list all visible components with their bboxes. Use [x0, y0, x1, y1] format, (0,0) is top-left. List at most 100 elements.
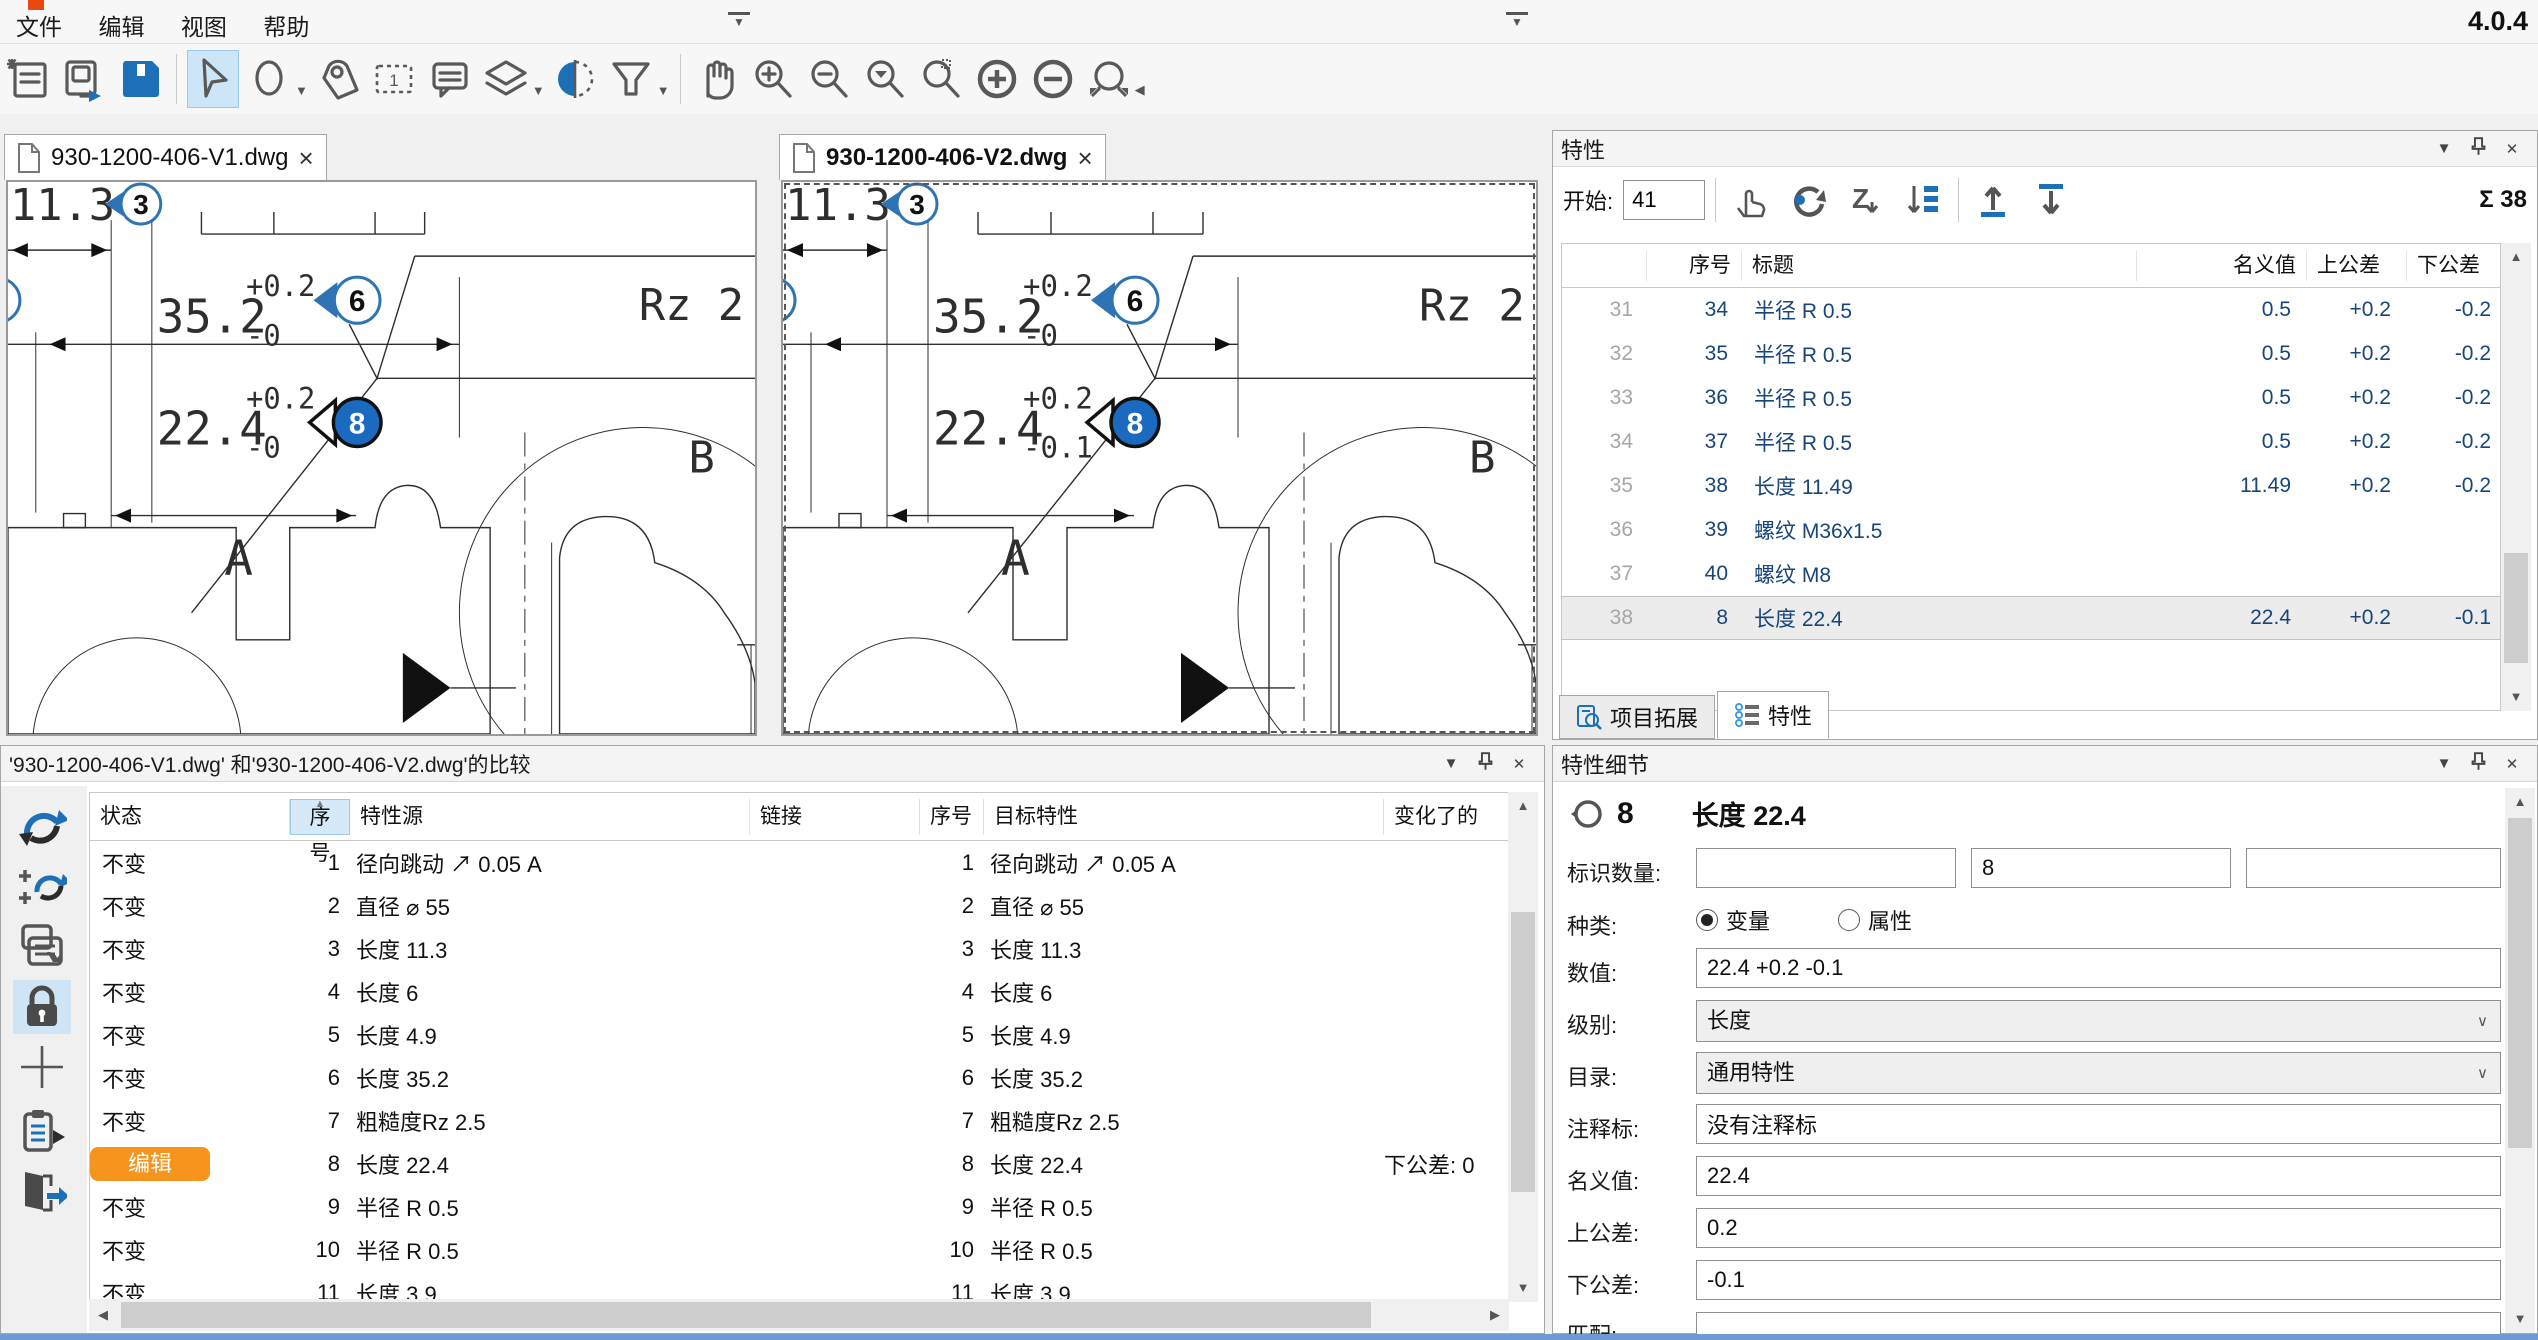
zoom-in-icon[interactable] [747, 50, 799, 108]
comparison-vscrollbar[interactable]: ▲ ▼ [1508, 792, 1538, 1302]
comparison-row[interactable]: 不变 4 长度 6 4 长度 6 [90, 970, 1509, 1013]
tab-overflow-icon[interactable]: ▼ [728, 12, 750, 27]
comparison-row[interactable]: 编辑 8 长度 22.4 8 长度 22.4 下公差: 0 [90, 1142, 1509, 1185]
comparison-row[interactable]: 不变 5 长度 4.9 5 长度 4.9 [90, 1013, 1509, 1056]
col-title[interactable]: 标题 [1742, 251, 2137, 281]
property-row[interactable]: 36 39 螺纹 M36x1.5 [1562, 508, 2500, 552]
minus-circle-icon[interactable] [1027, 50, 1079, 108]
catalog-select[interactable]: 通用特性∨ [1696, 1052, 2501, 1094]
comparison-row[interactable]: 不变 2 直径 ⌀ 55 2 直径 ⌀ 55 [90, 884, 1509, 927]
balloon-6[interactable]: 6 [314, 277, 380, 323]
property-row[interactable]: 33 36 半径 R 0.5 0.5 +0.2 -0.2 [1562, 376, 2500, 420]
comparison-row[interactable]: 不变 11 长度 3.9 11 长度 3.9 [90, 1271, 1509, 1302]
property-row[interactable]: 35 38 长度 11.49 11.49 +0.2 -0.2 [1562, 464, 2500, 508]
col-upper[interactable]: 上公差 [2307, 251, 2407, 281]
renumber-icon[interactable]: 1 [368, 50, 420, 108]
z-order-icon[interactable]: Z [1842, 176, 1890, 224]
menu-view[interactable]: 视图 [165, 0, 243, 50]
pan-hand-icon[interactable] [691, 50, 743, 108]
drawing-view-v1[interactable]: 11.3 35.2 +0.2 -0 22.4 +0.2 -0 Rz 2 A B … [6, 180, 757, 736]
new-compare-icon[interactable] [13, 860, 71, 914]
panel-menu-icon[interactable]: ▼ [2427, 140, 2461, 157]
reorder-list-icon[interactable] [1900, 176, 1948, 224]
value-input[interactable] [1696, 948, 2501, 988]
property-row[interactable]: 32 35 半径 R 0.5 0.5 +0.2 -0.2 [1562, 332, 2500, 376]
id-qty-input-1[interactable] [1696, 848, 1956, 888]
scroll-thumb[interactable] [2504, 553, 2528, 663]
compare-halves-icon[interactable] [549, 50, 601, 108]
drawing-view-v2[interactable]: 11.3 35.2 +0.2 -0 22.4 +0.2 -0.1 Rz 2 A … [781, 180, 1538, 736]
panel-menu-icon[interactable]: ▼ [2427, 755, 2461, 772]
import-icon[interactable] [1969, 176, 2017, 224]
col-source[interactable]: 特性源 [350, 799, 750, 835]
layers-dropdown-icon[interactable]: ▼ [532, 83, 545, 98]
filter-icon[interactable] [605, 50, 657, 108]
rerun-compare-icon[interactable] [13, 800, 71, 854]
radio-variable[interactable]: 变量 [1696, 904, 1770, 936]
property-row[interactable]: 34 37 半径 R 0.5 0.5 +0.2 -0.2 [1562, 420, 2500, 464]
open-document-icon[interactable] [58, 50, 110, 108]
scroll-up-icon[interactable]: ▲ [2505, 788, 2535, 816]
tab-doc-v1[interactable]: 930-1200-406-V1.dwg × [4, 134, 327, 180]
balloon-dropdown-icon[interactable]: ▼ [295, 83, 308, 98]
pick-hand-icon[interactable] [1726, 176, 1774, 224]
menu-edit[interactable]: 编辑 [82, 0, 160, 50]
tab-properties[interactable]: 特性 [1717, 691, 1829, 739]
comparison-hscrollbar[interactable]: ◀ ▶ [89, 1299, 1509, 1331]
radio-attribute[interactable]: 属性 [1838, 904, 1912, 936]
zoom-fit-icon[interactable] [859, 50, 911, 108]
col-target[interactable]: 目标特性 [984, 799, 1384, 835]
comparison-row[interactable]: 不变 10 半径 R 0.5 10 半径 R 0.5 [90, 1228, 1509, 1271]
scroll-right-icon[interactable]: ▶ [1481, 1299, 1509, 1331]
note-input[interactable] [1696, 1104, 2501, 1144]
lock-icon[interactable] [13, 980, 71, 1034]
zoom-window-dropdown-icon[interactable]: ◀ [1135, 82, 1145, 98]
tab-doc-v2[interactable]: 930-1200-406-V2.dwg × [779, 134, 1106, 180]
auto-sequence-icon[interactable] [1784, 176, 1832, 224]
close-icon[interactable]: × [1077, 145, 1092, 171]
id-qty-input-2[interactable] [1971, 848, 2231, 888]
property-row[interactable]: 38 8 长度 22.4 22.4 +0.2 -0.1 [1562, 596, 2500, 640]
zoom-region-icon[interactable] [915, 50, 967, 108]
comparison-row[interactable]: 不变 7 粗糙度Rz 2.5 7 粗糙度Rz 2.5 [90, 1099, 1509, 1142]
filter-dropdown-icon[interactable]: ▼ [657, 83, 670, 98]
transfer-doc-icon[interactable] [13, 920, 71, 974]
scroll-up-icon[interactable]: ▲ [2501, 243, 2531, 271]
balloon-8-selected[interactable]: 8 [1087, 398, 1159, 446]
scroll-thumb[interactable] [121, 1302, 1371, 1328]
scroll-up-icon[interactable]: ▲ [1508, 792, 1538, 820]
close-icon[interactable]: ✕ [2495, 140, 2529, 158]
level-select[interactable]: 长度∨ [1696, 1000, 2501, 1042]
scroll-thumb[interactable] [2508, 818, 2532, 1148]
panel-menu-icon[interactable]: ▼ [1434, 755, 1468, 772]
scroll-down-icon[interactable]: ▼ [2505, 1305, 2535, 1333]
new-document-icon[interactable] [2, 50, 54, 108]
export-icon[interactable] [2027, 176, 2075, 224]
save-icon[interactable] [114, 50, 166, 108]
balloon-8-selected[interactable]: 8 [310, 398, 381, 446]
col-changed[interactable]: 变化了的 [1384, 799, 1508, 835]
comparison-row[interactable]: 不变 1 径向跳动 ↗ 0.05 A 1 径向跳动 ↗ 0.05 A [90, 841, 1509, 884]
pin-icon[interactable] [2461, 752, 2495, 775]
properties-vscrollbar[interactable]: ▲ ▼ [2501, 243, 2531, 711]
start-input[interactable] [1623, 180, 1705, 220]
tab-project-expand[interactable]: 项目拓展 [1559, 695, 1715, 739]
comparison-row[interactable]: 不变 3 长度 11.3 3 长度 11.3 [90, 927, 1509, 970]
comparison-row[interactable]: 不变 9 半径 R 0.5 9 半径 R 0.5 [90, 1185, 1509, 1228]
col-seq[interactable]: 序号 [1647, 251, 1742, 281]
details-vscrollbar[interactable]: ▲ ▼ [2505, 788, 2535, 1333]
select-cursor-icon[interactable] [187, 50, 239, 108]
note-icon[interactable] [424, 50, 476, 108]
close-icon[interactable]: ✕ [1502, 755, 1536, 773]
id-qty-input-3[interactable] [2246, 848, 2501, 888]
scroll-thumb[interactable] [1511, 912, 1535, 1192]
layers-icon[interactable] [480, 50, 532, 108]
property-row[interactable]: 31 34 半径 R 0.5 0.5 +0.2 -0.2 [1562, 288, 2500, 332]
comparison-row[interactable]: 不变 6 长度 35.2 6 长度 35.2 [90, 1056, 1509, 1099]
close-icon[interactable]: ✕ [2495, 755, 2529, 773]
plus-circle-icon[interactable] [971, 50, 1023, 108]
zoom-window-icon[interactable] [1083, 50, 1135, 108]
zoom-out-icon[interactable] [803, 50, 855, 108]
close-icon[interactable]: × [299, 145, 314, 171]
col-lower[interactable]: 下公差 [2407, 251, 2501, 281]
